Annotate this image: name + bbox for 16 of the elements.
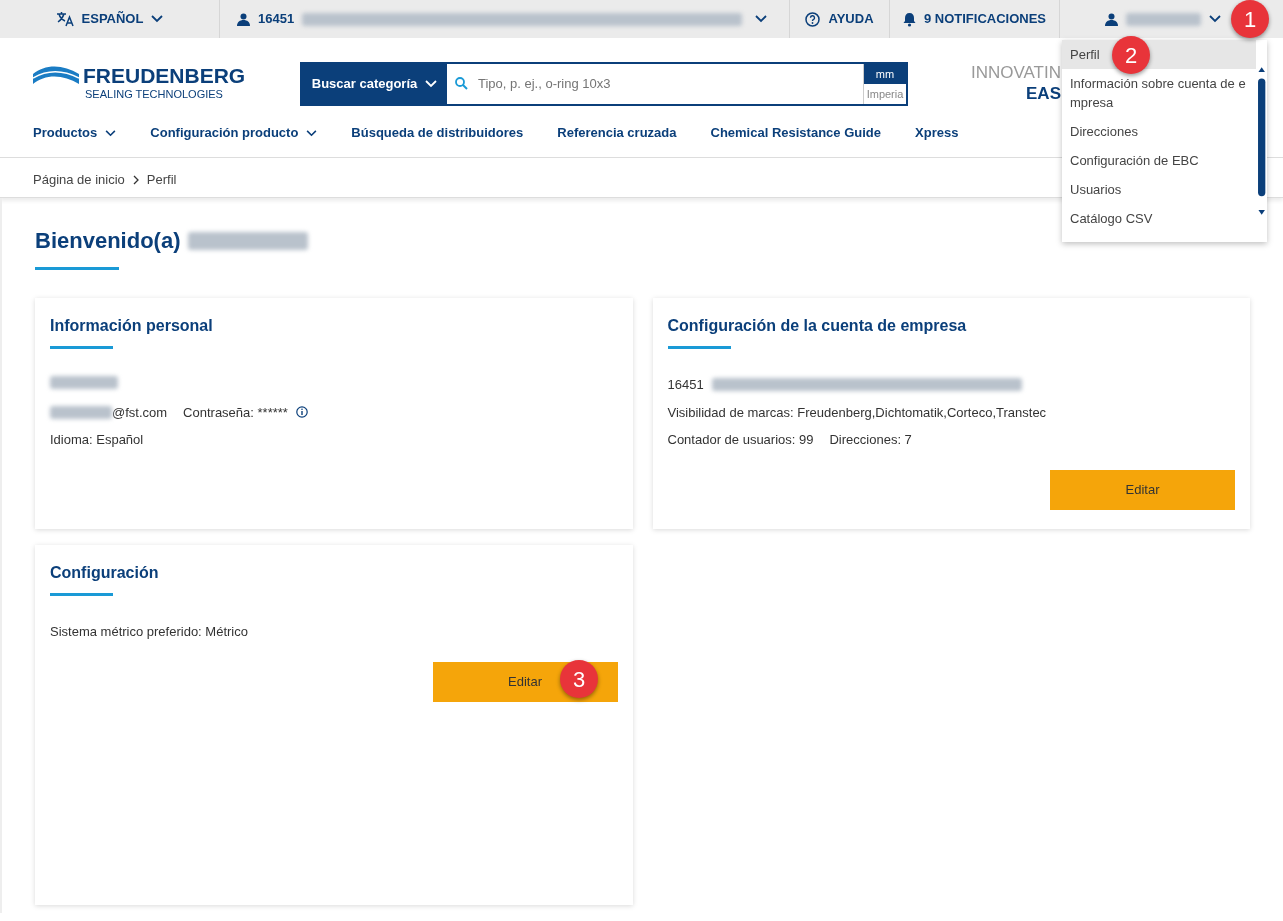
language-label: Idioma: Español bbox=[50, 431, 145, 449]
password-label: Contraseña: ****** bbox=[183, 403, 288, 422]
metric-system-label: Sistema métrico preferido: Métrico bbox=[50, 623, 249, 641]
addresses-count-label: Direcciones: 7 bbox=[829, 431, 912, 449]
tagline-text: INNOVATIN bbox=[969, 63, 1061, 84]
brand-visibility-label: Visibilidad de marcas: Freudenberg,Dichtomatik,Corteco,Transtec bbox=[667, 403, 1048, 422]
account-number: 16451 bbox=[667, 376, 704, 394]
logo-subtitle: SEALING TECHNOLOGIES bbox=[85, 86, 224, 102]
tagline-text: EAS bbox=[1025, 83, 1061, 104]
email-suffix: @fst.com bbox=[112, 403, 168, 422]
logo-wordmark: FREUDENBERG bbox=[83, 64, 246, 86]
user-count-label: Contador de usuarios: 99 bbox=[667, 431, 814, 449]
welcome-heading: Bienvenido(a) bbox=[35, 227, 181, 255]
card-title: Información personal bbox=[50, 316, 214, 336]
card-title: Configuración de la cuenta de empresa bbox=[667, 316, 968, 336]
card-title: Configuración bbox=[50, 563, 160, 583]
